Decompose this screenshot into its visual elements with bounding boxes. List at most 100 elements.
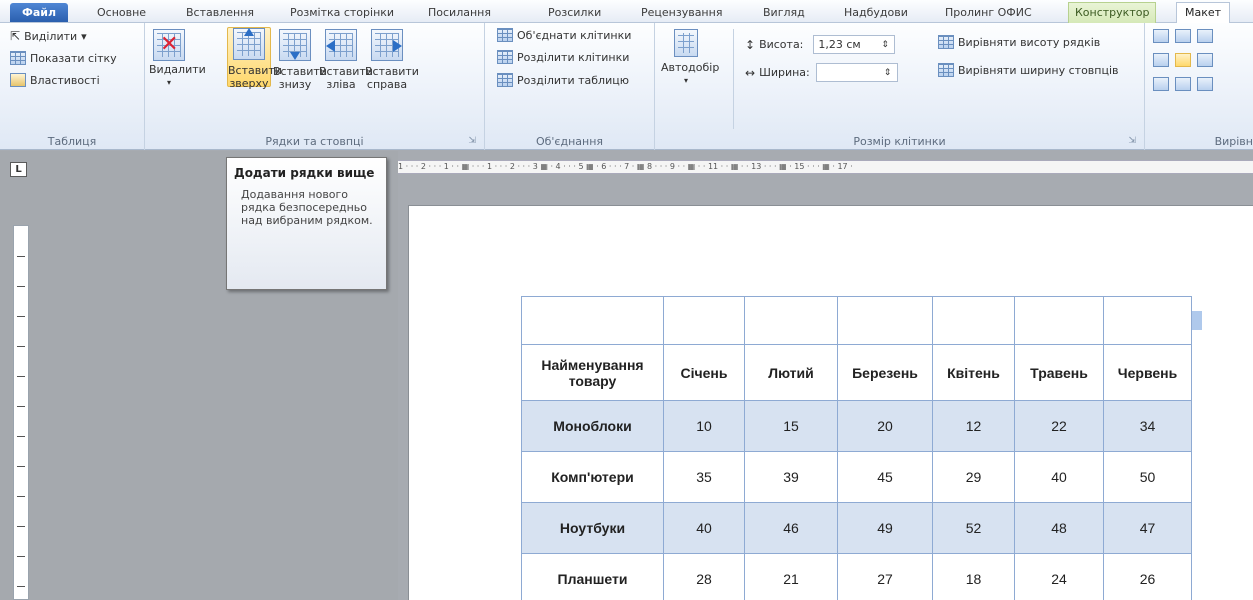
header-cell-may[interactable]: Травень (1014, 344, 1104, 401)
table-cell[interactable]: 10 (663, 400, 745, 452)
table-cell[interactable]: Ноутбуки (521, 502, 664, 554)
table-cell[interactable]: Комп'ютери (521, 451, 664, 503)
table-cell[interactable] (1103, 296, 1192, 345)
dialog-launcher-icon[interactable]: ⇲ (1128, 136, 1136, 146)
tab-mailings[interactable]: Розсилки (548, 3, 601, 23)
table-cell[interactable]: 34 (1103, 400, 1192, 452)
table-cell[interactable]: 39 (744, 451, 838, 503)
table-cell[interactable]: 35 (663, 451, 745, 503)
cursor-icon: ⇱ (10, 29, 21, 43)
insert-right-button[interactable]: Вставити справа (365, 29, 419, 91)
header-cell-jan[interactable]: Січень (663, 344, 745, 401)
group-label-cell-size: Розмір клітинки (853, 135, 946, 148)
tab-references[interactable]: Посилання (428, 3, 491, 23)
align-middle-center-icon[interactable] (1175, 53, 1191, 67)
properties-button[interactable]: Властивості (10, 73, 100, 87)
table-cell[interactable]: 47 (1103, 502, 1192, 554)
merge-cells-button[interactable]: Об'єднати клітинки (497, 28, 631, 42)
chevron-down-icon: ▾ (166, 78, 171, 87)
tooltip: Додати рядки вище Додавання нового рядка… (226, 157, 387, 290)
header-cell-product[interactable]: Найменування товару (521, 344, 664, 401)
header-cell-apr[interactable]: Квітень (932, 344, 1015, 401)
table-cell[interactable]: 50 (1103, 451, 1192, 503)
autofit-icon (674, 29, 698, 57)
table-cell[interactable]: 49 (837, 502, 933, 554)
table-cell[interactable]: 46 (744, 502, 838, 554)
header-cell-feb[interactable]: Лютий (744, 344, 838, 401)
align-middle-right-icon[interactable] (1197, 53, 1213, 67)
table-cell[interactable]: 15 (744, 400, 838, 452)
table-cell[interactable] (1014, 296, 1104, 345)
table-cell[interactable]: 20 (837, 400, 933, 452)
distribute-rows-icon (938, 35, 954, 49)
group-rows-columns: ✕ Видалити ▾ Вставити зверху Вставити зн… (145, 23, 485, 150)
table-cell[interactable] (932, 296, 1015, 345)
table-cell[interactable] (744, 296, 838, 345)
table-cell[interactable]: 40 (663, 502, 745, 554)
tooltip-body: Додавання нового рядка безпосередньо над… (241, 188, 373, 227)
column-width-control: ↔ Ширина: ⇕ (745, 63, 898, 82)
table-cell[interactable]: 52 (932, 502, 1015, 554)
vertical-ruler[interactable] (13, 225, 29, 600)
table-cell[interactable]: 27 (837, 553, 933, 600)
view-gridlines-button[interactable]: Показати сітку (10, 51, 117, 65)
table-cell[interactable]: 28 (663, 553, 745, 600)
select-button[interactable]: ⇱ Виділити ▾ (10, 29, 87, 43)
header-cell-jun[interactable]: Червень (1103, 344, 1192, 401)
tab-insert[interactable]: Вставлення (186, 3, 254, 23)
align-middle-left-icon[interactable] (1153, 53, 1169, 67)
table-cell[interactable]: 48 (1014, 502, 1104, 554)
table-cell[interactable]: 45 (837, 451, 933, 503)
align-bottom-right-icon[interactable] (1197, 77, 1213, 91)
table-row: Комп'ютери 35 39 45 29 40 50 (521, 451, 1192, 503)
horizontal-ruler[interactable]: 1 · · · 2 · · · 1 · · ▦ · · · 1 · · · 2 … (398, 160, 1253, 174)
align-bottom-left-icon[interactable] (1153, 77, 1169, 91)
tab-design[interactable]: Конструктор (1068, 2, 1157, 23)
tab-page-layout[interactable]: Розмітка сторінки (290, 3, 394, 23)
insert-above-button[interactable]: Вставити зверху (227, 27, 282, 90)
table-cell[interactable]: 29 (932, 451, 1015, 503)
tab-proling[interactable]: Пролинг ОФИС (945, 3, 1032, 23)
table-cell[interactable]: 12 (932, 400, 1015, 452)
tab-view[interactable]: Вигляд (763, 3, 805, 23)
table-row: Ноутбуки 40 46 49 52 48 47 (521, 502, 1192, 554)
group-alignment: Вирівн (1145, 23, 1253, 150)
distribute-rows-button[interactable]: Вирівняти висоту рядків (938, 35, 1100, 49)
header-cell-mar[interactable]: Березень (837, 344, 933, 401)
table-row: Планшети 28 21 27 18 24 26 (521, 553, 1192, 600)
spinner-icon[interactable]: ⇕ (884, 68, 892, 78)
spinner-icon[interactable]: ⇕ (881, 40, 889, 50)
align-top-left-icon[interactable] (1153, 29, 1169, 43)
table-cell[interactable]: 18 (932, 553, 1015, 600)
table-cell[interactable]: 26 (1103, 553, 1192, 600)
dialog-launcher-icon[interactable]: ⇲ (468, 136, 476, 146)
table-cell[interactable]: 21 (744, 553, 838, 600)
autofit-button[interactable]: Автодобір ▾ (661, 29, 719, 87)
insert-left-button[interactable]: Вставити зліва (319, 29, 373, 91)
merge-cells-icon (497, 28, 513, 42)
table-cell[interactable]: Моноблоки (521, 400, 664, 452)
tab-addins[interactable]: Надбудови (844, 3, 908, 23)
table-cell[interactable]: 22 (1014, 400, 1104, 452)
distribute-columns-button[interactable]: Вирівняти ширину стовпців (938, 63, 1119, 77)
table-header-row: Найменування товару Січень Лютий Березен… (521, 344, 1192, 401)
align-bottom-center-icon[interactable] (1175, 77, 1191, 91)
align-top-right-icon[interactable] (1197, 29, 1213, 43)
tab-file[interactable]: Файл (10, 3, 68, 22)
table-cell[interactable]: 24 (1014, 553, 1104, 600)
tab-review[interactable]: Рецензування (641, 3, 722, 23)
table-cell[interactable]: 40 (1014, 451, 1104, 503)
table-cell[interactable]: Планшети (521, 553, 664, 600)
table-cell[interactable] (663, 296, 745, 345)
table-cell[interactable] (521, 296, 664, 345)
table-cell[interactable] (837, 296, 933, 345)
delete-button[interactable]: ✕ Видалити ▾ (149, 29, 206, 89)
split-table-button[interactable]: Розділити таблицю (497, 73, 629, 87)
align-top-center-icon[interactable] (1175, 29, 1191, 43)
split-cells-button[interactable]: Розділити клітинки (497, 50, 629, 64)
insert-below-button[interactable]: Вставити знизу (273, 29, 327, 91)
tab-home[interactable]: Основне (97, 3, 146, 23)
tab-selector[interactable]: L (10, 162, 27, 177)
ribbon: ⇱ Виділити ▾ Показати сітку Властивості Та… (0, 23, 1253, 150)
tab-layout[interactable]: Макет (1176, 2, 1231, 24)
